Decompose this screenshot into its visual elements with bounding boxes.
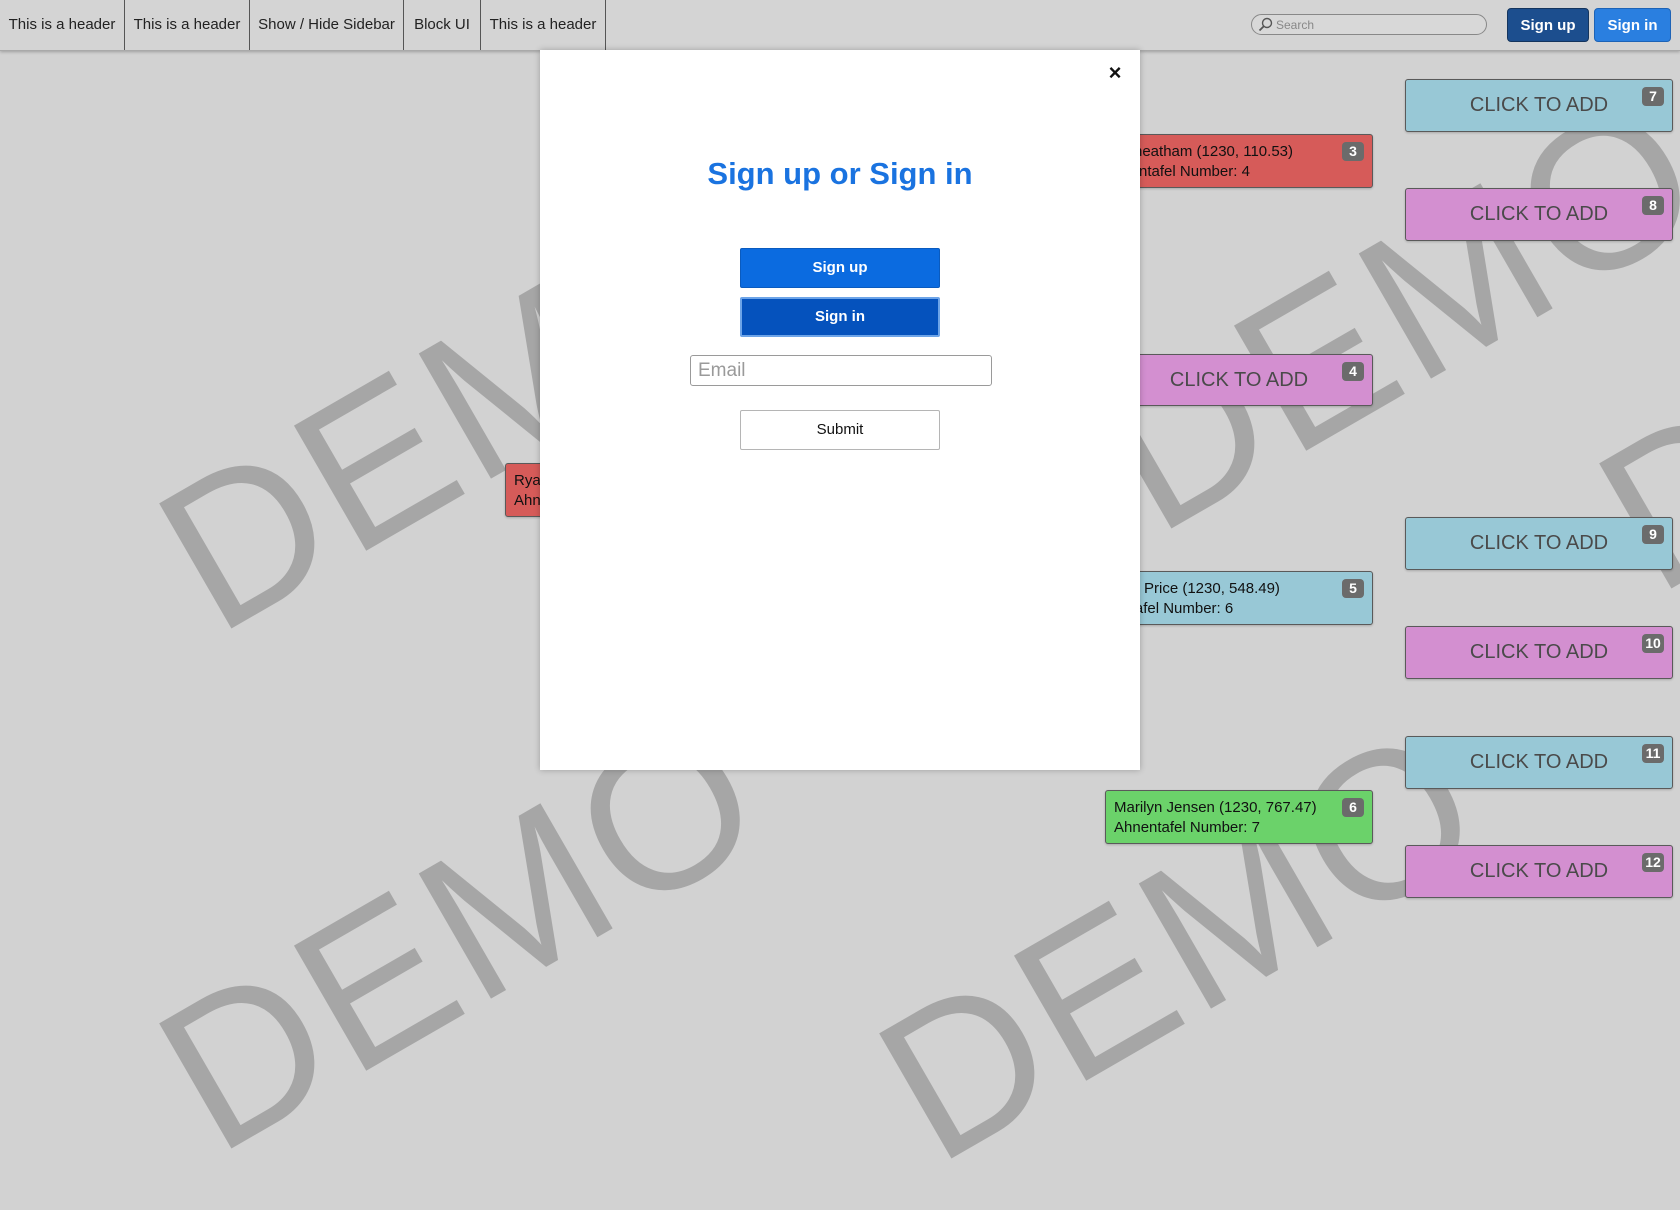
close-icon[interactable]: ×	[1104, 62, 1126, 84]
search-icon	[1258, 17, 1273, 32]
signin-button[interactable]: Sign in	[740, 297, 940, 337]
person-ahnentafel: Ahn	[514, 492, 541, 509]
nav-item-header-1[interactable]: This is a header	[0, 0, 125, 50]
position-badge: 6	[1342, 798, 1364, 817]
position-badge: 9	[1642, 525, 1664, 544]
click-to-add-card-8[interactable]: CLICK TO ADD 8	[1405, 188, 1673, 241]
email-field[interactable]	[690, 355, 992, 386]
modal-title: Sign up or Sign in	[707, 156, 973, 191]
position-badge: 3	[1342, 142, 1364, 161]
person-card-6[interactable]: Marilyn Jensen (1230, 767.47) Ahnentafel…	[1105, 790, 1373, 844]
position-badge: 12	[1642, 853, 1664, 872]
click-to-add-card-12[interactable]: CLICK TO ADD 12	[1405, 845, 1673, 898]
signin-button-top[interactable]: Sign in	[1594, 8, 1671, 42]
click-to-add-card-10[interactable]: CLICK TO ADD 10	[1405, 626, 1673, 679]
click-to-add-label: CLICK TO ADD	[1469, 532, 1609, 554]
nav-item-toggle-sidebar[interactable]: Show / Hide Sidebar	[250, 0, 404, 50]
click-to-add-card-4[interactable]: CLICK TO ADD 4	[1105, 354, 1373, 406]
signup-button[interactable]: Sign up	[740, 248, 940, 288]
person-ahnentafel: Ahnentafel Number: 7	[1114, 819, 1260, 836]
search-input[interactable]	[1276, 16, 1476, 33]
click-to-add-label: CLICK TO ADD	[1469, 94, 1609, 116]
person-name: r Cheatham (1230, 110.53)	[1114, 143, 1293, 160]
click-to-add-label: CLICK TO ADD	[1469, 860, 1609, 882]
signup-button-top[interactable]: Sign up	[1507, 8, 1589, 42]
click-to-add-label: CLICK TO ADD	[1169, 368, 1309, 391]
position-badge: 4	[1342, 362, 1364, 381]
nav-item-block-ui[interactable]: Block UI	[404, 0, 481, 50]
position-badge: 5	[1342, 579, 1364, 598]
click-to-add-card-11[interactable]: CLICK TO ADD 11	[1405, 736, 1673, 789]
nav-item-header-2[interactable]: This is a header	[125, 0, 250, 50]
position-badge: 8	[1642, 196, 1664, 215]
click-to-add-card-7[interactable]: CLICK TO ADD 7	[1405, 79, 1673, 132]
top-nav-bar: This is a header This is a header Show /…	[0, 0, 1680, 51]
person-name: Marilyn Jensen (1230, 767.47)	[1114, 799, 1317, 816]
person-card-3[interactable]: r Cheatham (1230, 110.53) hnentafel Numb…	[1105, 134, 1373, 188]
position-badge: 10	[1642, 634, 1664, 653]
click-to-add-label: CLICK TO ADD	[1469, 751, 1609, 773]
click-to-add-card-9[interactable]: CLICK TO ADD 9	[1405, 517, 1673, 570]
click-to-add-label: CLICK TO ADD	[1469, 203, 1609, 225]
click-to-add-label: CLICK TO ADD	[1469, 641, 1609, 663]
position-badge: 11	[1642, 744, 1664, 763]
search-box[interactable]	[1251, 14, 1487, 35]
auth-modal: × Sign up or Sign in Sign up Sign in Sub…	[540, 50, 1140, 770]
person-name: Rya	[514, 472, 541, 489]
person-card-5[interactable]: mar Price (1230, 548.49) entafel Number:…	[1105, 571, 1373, 625]
nav-item-header-3[interactable]: This is a header	[481, 0, 606, 50]
position-badge: 7	[1642, 87, 1664, 106]
submit-button[interactable]: Submit	[740, 410, 940, 450]
